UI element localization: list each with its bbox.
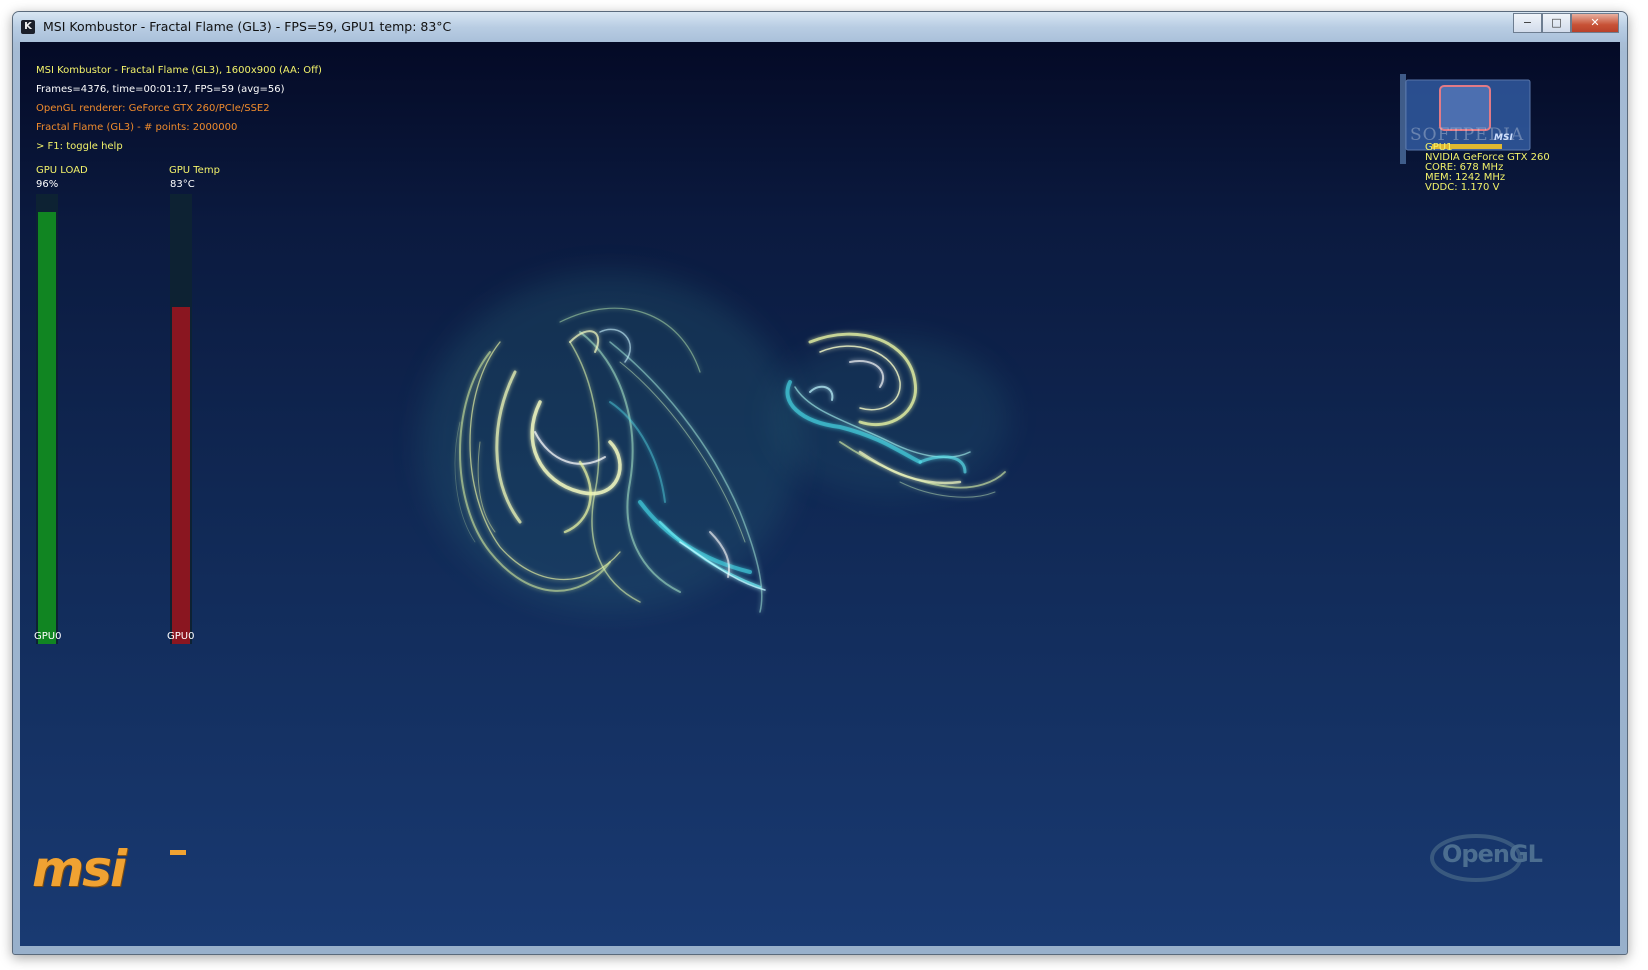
opengl-logo: OpenGL	[1442, 840, 1543, 868]
gpu-temp-value: 83°C	[170, 179, 195, 190]
maximize-button[interactable]: □	[1542, 13, 1571, 33]
gpu-temp-gauge	[170, 194, 192, 644]
hud-frames-line: Frames=4376, time=00:01:17, FPS=59 (avg=…	[36, 84, 285, 95]
gpu-vddc: VDDC: 1.170 V	[1425, 182, 1500, 193]
fractal-flame-render	[420, 272, 1010, 613]
hud-points-line: Fractal Flame (GL3) - # points: 2000000	[36, 122, 238, 133]
gpu-load-gauge-fill	[38, 212, 56, 644]
window-controls: − □ ✕	[1513, 13, 1619, 33]
gpu-load-gauge	[36, 194, 58, 644]
gpu-info-panel: GPU1 NVIDIA GeForce GTX 260 CORE: 678 MH…	[1425, 143, 1550, 193]
gpu-temp-label: GPU Temp	[169, 165, 220, 176]
gpu-load-value: 96%	[36, 179, 59, 190]
title-bar[interactable]: K MSI Kombustor - Fractal Flame (GL3) - …	[13, 12, 1627, 42]
gpu-temp-gauge-fill	[172, 306, 190, 644]
msi-logo-accent	[170, 850, 186, 855]
window-title: MSI Kombustor - Fractal Flame (GL3) - FP…	[43, 19, 452, 34]
close-button[interactable]: ✕	[1571, 13, 1619, 33]
gpu-load-label: GPU LOAD	[36, 165, 88, 176]
msi-logo: msi	[32, 840, 127, 898]
kombustor-window: K MSI Kombustor - Fractal Flame (GL3) - …	[12, 11, 1628, 955]
hud-renderer-line: OpenGL renderer: GeForce GTX 260/PCIe/SS…	[36, 103, 270, 114]
hud-title-line: MSI Kombustor - Fractal Flame (GL3), 160…	[36, 65, 322, 76]
minimize-button[interactable]: −	[1513, 13, 1542, 33]
hud-help-line: > F1: toggle help	[36, 141, 123, 152]
kombustor-app-icon[interactable]: K	[21, 20, 35, 34]
gpu-temp-footer: GPU0	[167, 631, 195, 642]
render-viewport[interactable]: MSI Kombustor - Fractal Flame (GL3), 160…	[20, 42, 1620, 946]
gpu-load-footer: GPU0	[34, 631, 62, 642]
